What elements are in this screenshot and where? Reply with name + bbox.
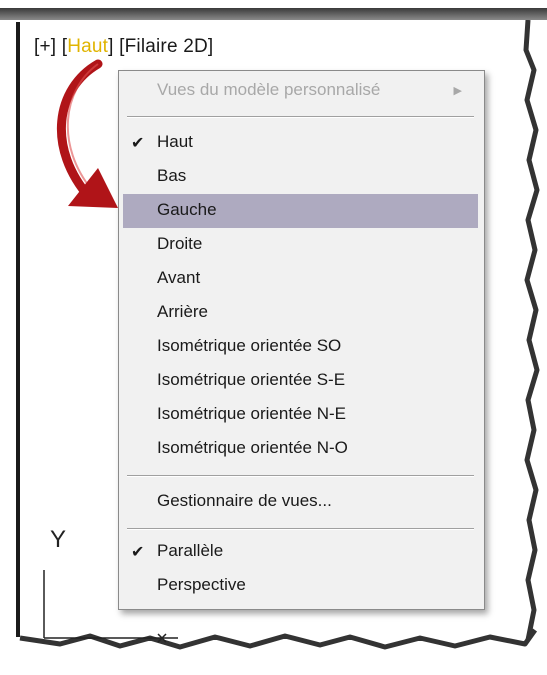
menu-item-iso-so[interactable]: Isométrique orientée SO [119, 330, 482, 364]
checkmark-icon: ✔ [131, 544, 145, 561]
view-context-menu: Vues du modèle personnalisé ▶ ✔ Haut Bas… [118, 70, 485, 610]
menu-item-custom-views[interactable]: Vues du modèle personnalisé ▶ [119, 74, 482, 108]
menu-item-view-manager[interactable]: Gestionnaire de vues... [119, 485, 482, 519]
menu-item-haut[interactable]: ✔ Haut [119, 126, 482, 160]
menu-item-parallele[interactable]: ✔ Parallèle [119, 535, 482, 569]
visual-style-link[interactable]: Filaire 2D [125, 36, 208, 57]
ucs-y-label: Y [50, 526, 67, 553]
menu-item-arriere[interactable]: Arrière [119, 296, 482, 330]
viewport-label-open: [+] [ [34, 36, 68, 57]
viewport-controls-label[interactable]: [+] [Haut] [Filaire 2D] [34, 36, 213, 58]
view-name-link[interactable]: Haut [67, 36, 108, 57]
submenu-arrow-icon: ▶ [453, 85, 462, 97]
window-frame-top [0, 8, 547, 20]
torn-edge-right [520, 20, 547, 660]
menu-separator [127, 475, 474, 477]
menu-item-droite[interactable]: Droite [119, 228, 482, 262]
menu-item-avant[interactable]: Avant [119, 262, 482, 296]
menu-item-gauche[interactable]: Gauche [123, 194, 478, 228]
menu-item-perspective[interactable]: Perspective [119, 569, 482, 603]
menu-item-iso-no[interactable]: Isométrique orientée N-O [119, 432, 482, 466]
menu-item-iso-ne[interactable]: Isométrique orientée N-E [119, 398, 482, 432]
viewport-label-close: ] [207, 36, 214, 57]
menu-item-iso-se[interactable]: Isométrique orientée S-E [119, 364, 482, 398]
menu-separator [127, 528, 474, 530]
red-curved-arrow-icon [56, 59, 118, 208]
window-frame-left [16, 22, 20, 637]
menu-item-bas[interactable]: Bas [119, 160, 482, 194]
menu-separator [127, 116, 474, 118]
viewport-label-mid: ] [ [108, 36, 125, 57]
